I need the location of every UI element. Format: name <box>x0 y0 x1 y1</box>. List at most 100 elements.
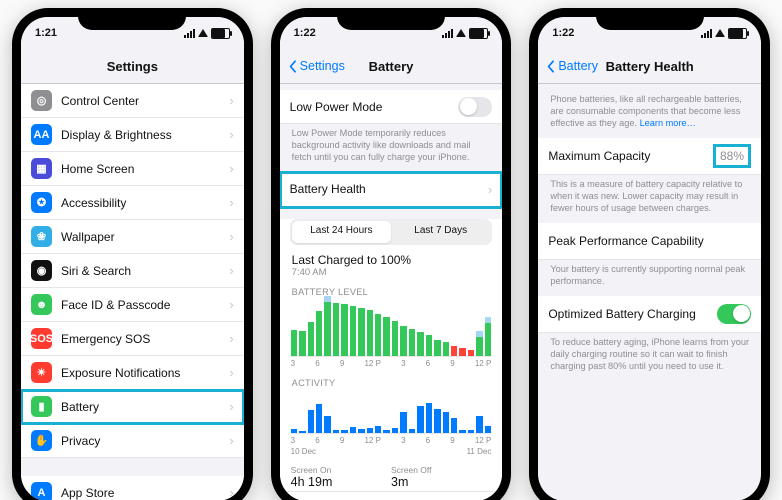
chevron-right-icon: › <box>229 161 233 176</box>
page-title: Settings <box>107 59 158 74</box>
low-power-mode-label: Low Power Mode <box>290 100 459 114</box>
screen-on-value: 4h 19m <box>291 475 391 489</box>
settings-row[interactable]: ✴︎ Exposure Notifications › <box>21 356 244 390</box>
last-charge-title: Last Charged to 100% <box>280 253 503 267</box>
status-time: 1:21 <box>35 27 57 39</box>
settings-row[interactable]: AA Display & Brightness › <box>21 118 244 152</box>
chevron-right-icon: › <box>229 433 233 448</box>
page-title: Battery Health <box>606 59 694 74</box>
settings-row[interactable]: ☻ Face ID & Passcode › <box>21 288 244 322</box>
screentime-summary: Screen On 4h 19m Screen Off 3m <box>280 458 503 491</box>
optimized-charging-row[interactable]: Optimized Battery Charging <box>538 296 761 333</box>
learn-more-link[interactable]: Learn more… <box>640 118 696 128</box>
last-charge-time: 7:40 AM <box>280 267 503 285</box>
peak-performance-label: Peak Performance Capability <box>548 234 751 248</box>
settings-row[interactable]: SOS Emergency SOS › <box>21 322 244 356</box>
app-icon: ◎ <box>31 90 52 111</box>
app-icon: ☻ <box>31 294 52 315</box>
settings-row[interactable]: ▮Battery› <box>21 390 244 424</box>
app-icon: ◉ <box>31 260 52 281</box>
row-label: Face ID & Passcode <box>61 298 225 312</box>
row-label: Accessibility <box>61 196 225 210</box>
row-label: Control Center <box>61 94 225 108</box>
row-label: Exposure Notifications <box>61 366 225 380</box>
settings-row[interactable]: ✋Privacy› <box>21 424 244 458</box>
settings-row[interactable]: ◎ Control Center › <box>21 84 244 118</box>
activity-chart <box>280 390 503 433</box>
maximum-capacity-row: Maximum Capacity 88% <box>538 138 761 175</box>
optimized-charging-note: To reduce battery aging, iPhone learns f… <box>538 333 761 381</box>
app-icon: AA <box>31 124 52 145</box>
chevron-right-icon: › <box>229 365 233 380</box>
battery-level-chart <box>280 299 503 356</box>
settings-row[interactable]: ◉ Siri & Search › <box>21 254 244 288</box>
low-power-mode-row[interactable]: Low Power Mode <box>280 90 503 124</box>
back-label: Battery <box>558 59 598 73</box>
row-label: Battery <box>61 400 225 414</box>
settings-row[interactable]: ✪ Accessibility › <box>21 186 244 220</box>
low-power-mode-switch[interactable] <box>458 97 492 117</box>
chevron-left-icon <box>286 60 299 73</box>
row-label: Home Screen <box>61 162 225 176</box>
chevron-left-icon <box>544 60 557 73</box>
seg-24h[interactable]: Last 24 Hours <box>292 221 391 243</box>
row-label: Siri & Search <box>61 264 225 278</box>
app-icon: ✴︎ <box>31 362 52 383</box>
peak-performance-row: Peak Performance Capability <box>538 223 761 260</box>
phone-battery: 1:22 Settings Battery Low Power Mode <box>271 8 512 500</box>
phone-settings: 1:21 Settings ◎ Control Center › AA Display … <box>12 8 253 500</box>
maximum-capacity-value: 88% <box>713 144 751 168</box>
chevron-right-icon: › <box>229 127 233 142</box>
maximum-capacity-label: Maximum Capacity <box>548 149 713 163</box>
optimized-charging-switch[interactable] <box>717 304 751 324</box>
battery-icon <box>469 28 488 39</box>
wifi-icon <box>715 29 725 37</box>
screen-off-label: Screen Off <box>391 465 491 475</box>
row-label: App Store <box>61 486 225 500</box>
time-range-segmented[interactable]: Last 24 Hours Last 7 Days <box>290 219 493 245</box>
chevron-right-icon: › <box>229 297 233 312</box>
peak-performance-note: Your battery is currently supporting nor… <box>538 260 761 296</box>
row-label: Wallpaper <box>61 230 225 244</box>
status-time: 1:22 <box>294 27 316 39</box>
date-right: 11 Dec <box>467 447 492 456</box>
back-button[interactable]: Battery <box>544 49 598 83</box>
chevron-right-icon: › <box>229 485 233 500</box>
chevron-right-icon: › <box>229 229 233 244</box>
chevron-right-icon: › <box>229 195 233 210</box>
notch <box>596 8 704 30</box>
app-icon: SOS <box>31 328 52 349</box>
settings-row[interactable]: ❀Wallpaper› <box>21 220 244 254</box>
battery-icon <box>728 28 747 39</box>
wifi-icon <box>198 29 208 37</box>
page-title: Battery <box>369 59 414 74</box>
nav-bar: Battery Battery Health <box>538 49 761 84</box>
nav-bar: Settings <box>21 49 244 84</box>
notch <box>78 8 186 30</box>
row-label: Display & Brightness <box>61 128 225 142</box>
app-icon: ▮ <box>31 396 52 417</box>
seg-7d[interactable]: Last 7 Days <box>391 221 490 243</box>
wifi-icon <box>456 29 466 37</box>
settings-row[interactable]: ▦ Home Screen › <box>21 152 244 186</box>
app-icon: A <box>31 482 52 500</box>
chevron-right-icon: › <box>229 93 233 108</box>
signal-icon <box>442 29 453 38</box>
low-power-mode-note: Low Power Mode temporarily reduces backg… <box>280 124 503 172</box>
app-icon: ✪ <box>31 192 52 213</box>
settings-row[interactable]: A App Store › <box>21 476 244 500</box>
notch <box>337 8 445 30</box>
battery-health-row[interactable]: Battery Health › <box>280 172 503 208</box>
row-label: Privacy <box>61 434 225 448</box>
app-icon: ▦ <box>31 158 52 179</box>
status-time: 1:22 <box>552 27 574 39</box>
row-label: Emergency SOS <box>61 332 225 346</box>
maximum-capacity-note: This is a measure of battery capacity re… <box>538 175 761 223</box>
battery-health-label: Battery Health <box>290 182 484 196</box>
signal-icon <box>184 29 195 38</box>
intro-note: Phone batteries, like all rechargeable b… <box>538 84 761 138</box>
chevron-right-icon: › <box>229 263 233 278</box>
battery-level-head: BATTERY LEVEL <box>280 285 503 299</box>
back-button[interactable]: Settings <box>286 49 345 83</box>
chevron-right-icon: › <box>229 331 233 346</box>
